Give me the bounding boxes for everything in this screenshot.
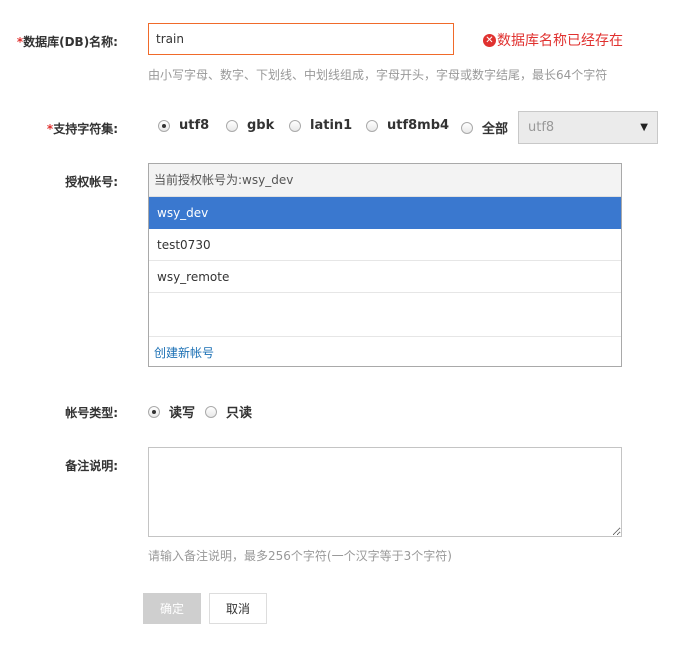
create-account-link[interactable]: 创建新帐号 — [149, 337, 621, 369]
radio-unchecked-icon — [461, 121, 473, 134]
radio-unchecked-icon — [366, 119, 378, 132]
dbname-input[interactable] — [148, 23, 454, 55]
radio-checked-icon — [148, 405, 160, 418]
charset-option-latin1[interactable]: latin1 — [289, 118, 352, 133]
dbname-error: ✕ 数据库名称已经存在 — [483, 30, 623, 50]
charset-label: *支持字符集: — [46, 122, 118, 136]
charset-select[interactable]: utf8 ▼ — [518, 111, 658, 144]
radio-checked-icon — [158, 119, 170, 132]
remark-label: 备注说明: — [65, 459, 118, 473]
account-list: 当前授权帐号为:wsy_dev wsy_dev test0730 wsy_rem… — [148, 163, 622, 367]
charset-option-utf8[interactable]: utf8 — [158, 118, 209, 133]
ok-button[interactable]: 确定 — [143, 593, 201, 624]
radio-unchecked-icon — [205, 405, 217, 418]
dbname-hint: 由小写字母、数字、下划线、中划线组成，字母开头，字母或数字结尾，最长64个字符 — [148, 68, 608, 82]
account-item-test0730[interactable]: test0730 — [149, 229, 621, 261]
charset-option-utf8mb4[interactable]: utf8mb4 — [366, 118, 449, 133]
account-type-readonly[interactable]: 只读 — [205, 402, 252, 421]
cancel-button[interactable]: 取消 — [209, 593, 267, 624]
account-item-wsy-remote[interactable]: wsy_remote — [149, 261, 621, 293]
account-item-wsy-dev[interactable]: wsy_dev — [149, 197, 621, 229]
account-current: 当前授权帐号为:wsy_dev — [149, 164, 621, 197]
account-list-empty-space — [149, 293, 621, 337]
error-icon: ✕ — [483, 33, 496, 47]
radio-unchecked-icon — [289, 119, 301, 132]
dropdown-arrow-icon: ▼ — [640, 122, 648, 133]
account-label: 授权帐号: — [65, 175, 118, 189]
dbname-label: *数据库(DB)名称: — [16, 35, 118, 49]
radio-unchecked-icon — [226, 119, 238, 132]
remark-textarea[interactable] — [148, 447, 622, 537]
remark-hint: 请输入备注说明，最多256个字符(一个汉字等于3个字符) — [148, 549, 452, 563]
charset-option-gbk[interactable]: gbk — [226, 118, 274, 133]
account-type-readwrite[interactable]: 读写 — [148, 402, 195, 421]
account-type-label: 帐号类型: — [65, 406, 118, 420]
charset-option-all[interactable]: 全部 — [461, 118, 508, 137]
